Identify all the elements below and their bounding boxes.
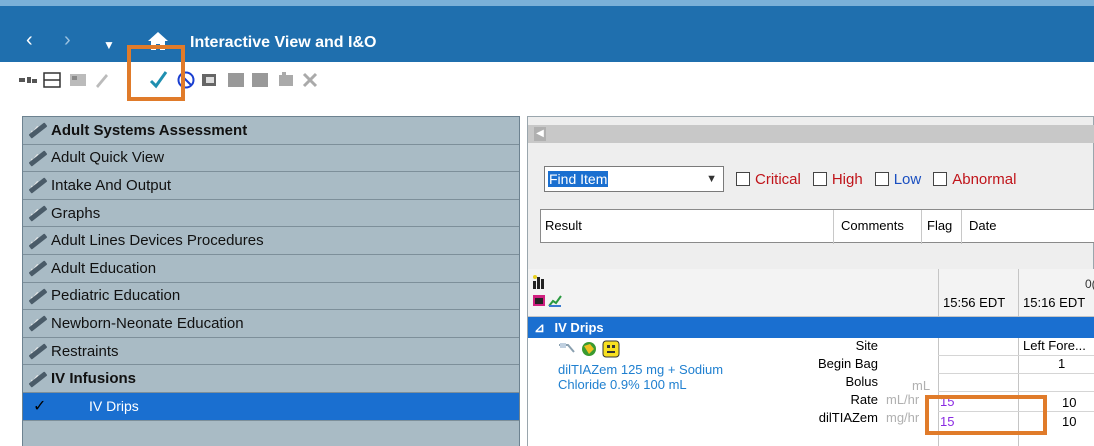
section-label: IV Drips [89,398,139,415]
row-label-begin-bag[interactable]: Begin Bag [758,356,878,371]
band-label: Adult Lines Devices Procedures [51,232,264,250]
history-dropdown-button[interactable]: ▼ [103,35,115,55]
chart-line-icon[interactable] [548,293,562,307]
critical-checkbox[interactable]: Critical [736,171,801,188]
low-checkbox[interactable]: Low [874,170,922,188]
low-label: Low [893,170,922,188]
row-label-rate[interactable]: Rate [758,392,878,407]
band-pencil-icon: ✓ [27,149,49,167]
date-column-header[interactable]: Date [969,218,996,233]
forward-button[interactable]: › [64,30,71,50]
cell-diltiazem-value-previous[interactable]: 10 [1062,414,1076,429]
row-label-site[interactable]: Site [758,338,878,353]
window-title: Interactive View and I&O [190,34,377,51]
band-label: Graphs [51,204,101,222]
band-label: Adult Quick View [51,149,165,167]
comments-column-header[interactable]: Comments [841,218,904,233]
find-item-text: Find Item [548,171,609,187]
band-restraints[interactable]: ✓ Restraints [23,337,519,366]
calendar-icon[interactable] [532,293,546,307]
checkmark-icon: ✓ [33,398,47,416]
grid-icon[interactable] [250,70,270,90]
band-label: Adult Education [51,259,157,277]
date-header: 0( [1085,277,1094,291]
yellow-face-icon[interactable] [602,340,620,358]
band-adult-lines-devices-procedures[interactable]: ✓ Adult Lines Devices Procedures [23,227,519,255]
find-item-dropdown[interactable]: Find Item ▼ [544,166,724,192]
form-icon[interactable] [68,70,88,90]
undo-icon[interactable] [92,70,112,90]
drug-action-icons [558,340,620,358]
band-label: IV Infusions [51,370,137,388]
cell-rate-value-previous[interactable]: 10 [1062,395,1076,410]
results-header: Result Comments Flag Date [540,209,1094,244]
band-pencil-icon: ✓ [27,314,49,333]
critical-label: Critical [755,170,801,188]
band-pencil-icon: ✓ [27,370,49,388]
delete-icon[interactable] [300,70,320,90]
abnormal-label: Abnormal [952,170,1017,188]
band-graphs[interactable]: ✓ Graphs [23,199,519,228]
band-label: Adult Systems Assessment [51,121,248,139]
band-navigator: ✓ Adult Systems Assessment ✓ Adult Quick… [22,116,520,446]
section-iv-drips[interactable]: ✓ IV Drips [23,392,519,421]
result-column-header[interactable]: Result [545,218,582,233]
flag-icon[interactable] [276,70,296,90]
band-label: Pediatric Education [51,287,181,305]
band-label: Restraints [51,342,119,360]
table-icon[interactable] [42,70,62,90]
drug-order-name[interactable]: dilTIAZem 125 mg + Sodium Chloride 0.9% … [558,362,758,392]
iv-bag-icon[interactable] [558,340,576,356]
band-pediatric-education[interactable]: ✓ Pediatric Education [23,282,519,311]
scroll-left-icon[interactable]: ◀ [534,127,546,141]
bar-chart-icon[interactable] [532,275,546,289]
band-pencil-icon: ✓ [27,176,49,195]
collapse-triangle-icon[interactable]: ⊿ [534,320,545,335]
band-pencil-icon: ✓ [27,204,49,222]
cell-begin-bag-value[interactable]: 1 [1058,356,1065,371]
rate-cell-highlight [925,395,1047,435]
cell-site-value[interactable]: Left Fore... [1023,338,1086,353]
filter-row: Find Item ▼ Critical High Low Abnormal [544,165,1016,193]
result-icon[interactable] [200,70,220,90]
time-column-header[interactable]: 15:16 EDT [1023,295,1085,310]
band-pencil-icon: ✓ [27,259,49,277]
grid-tools [532,275,572,313]
abnormal-checkbox[interactable]: Abnormal [933,171,1016,188]
unit-rate: mL/hr [886,392,920,407]
high-checkbox[interactable]: High [812,170,863,188]
band-pencil-icon: ✓ [27,121,49,139]
folder-icon[interactable] [226,70,246,90]
band-pencil-icon: ✓ [27,342,49,360]
chevron-down-icon: ▼ [706,173,717,185]
unit-bolus: mL [912,378,931,393]
band-label: Newborn-Neonate Education [51,314,244,332]
band-adult-education[interactable]: ✓ Adult Education [23,254,519,283]
section-header-iv-drips[interactable]: ⊿ IV Drips [528,317,1094,338]
horizontal-scrollbar[interactable]: ◀ [528,125,1094,143]
band-pencil-icon: ✓ [27,232,49,250]
section-title: IV Drips [554,320,604,335]
band-navigator-empty-area [23,420,519,446]
row-label-diltiazem[interactable]: dilTIAZem [758,410,878,425]
band-intake-and-output[interactable]: ✓ Intake And Output [23,172,519,200]
unit-diltiazem: mg/hr [886,410,920,425]
back-button[interactable]: ‹ [26,30,33,50]
band-pencil-icon: ✓ [27,287,49,305]
band-adult-quick-view[interactable]: ✓ Adult Quick View [23,144,519,173]
band-newborn-neonate-education[interactable]: ✓ Newborn-Neonate Education [23,310,519,338]
band-label: Intake And Output [51,176,172,194]
band-adult-systems-assessment[interactable]: ✓ Adult Systems Assessment [23,117,519,145]
row-label-bolus[interactable]: Bolus [758,374,878,389]
flag-column-header[interactable]: Flag [927,218,952,233]
high-label: High [831,170,863,188]
view-icon[interactable] [18,70,38,90]
band-iv-infusions[interactable]: ✓ IV Infusions [23,365,519,393]
globe-icon[interactable] [580,340,598,358]
time-column-header[interactable]: 15:56 EDT [943,295,1005,310]
sign-button-highlight [127,45,185,101]
grid-header: 0( 15:56 EDT 15:16 EDT [528,269,1094,317]
